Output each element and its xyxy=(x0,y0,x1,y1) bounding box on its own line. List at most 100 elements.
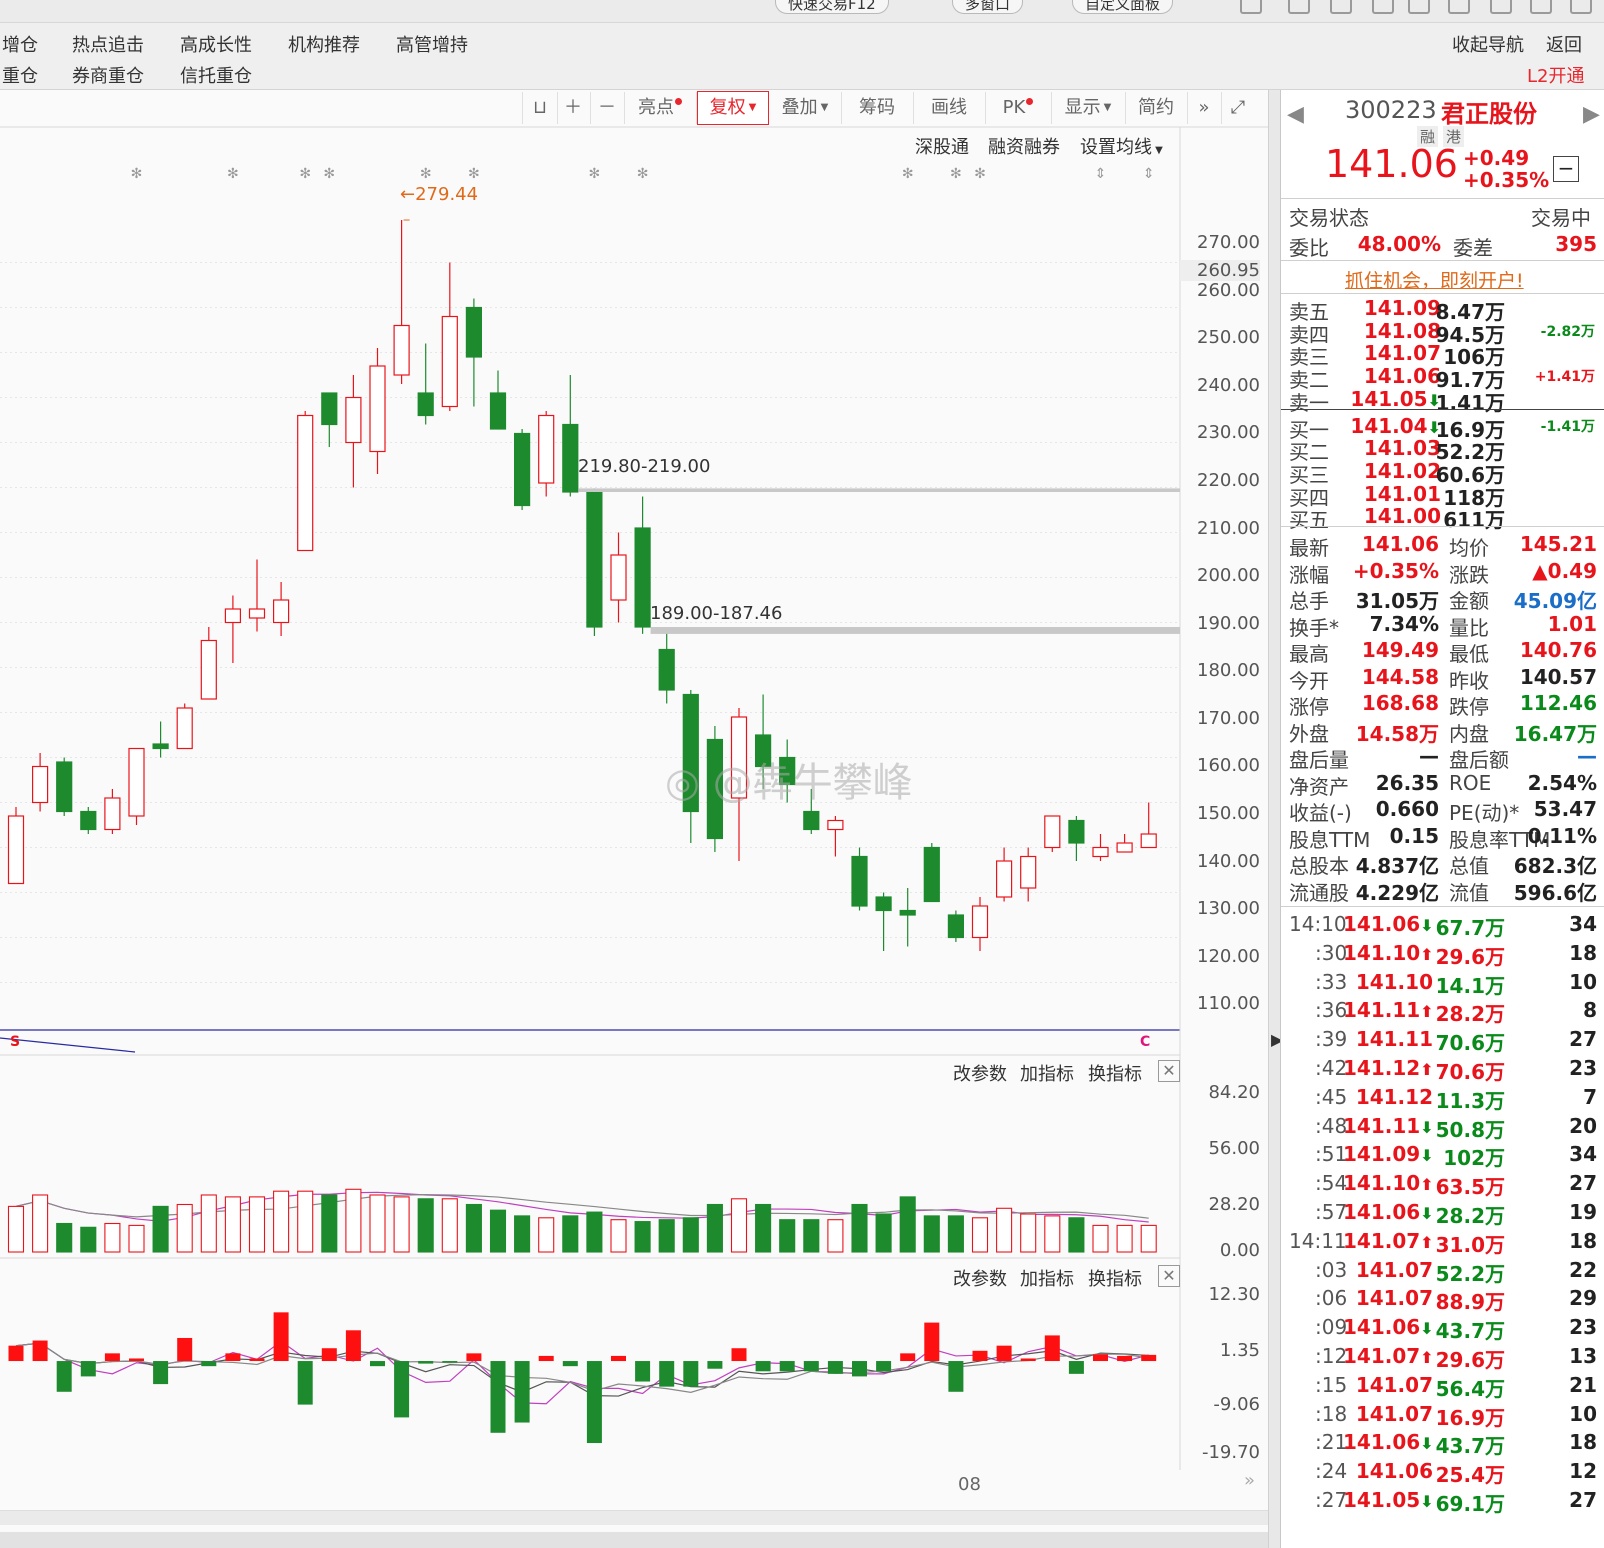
stat-label: 跌停 xyxy=(1449,695,1489,719)
close-icon[interactable]: ✕ xyxy=(1158,1265,1180,1287)
quote-panel: ◀ ▶ 300223 君正股份 融 港 141.06 +0.49 +0.35% … xyxy=(1280,90,1604,1548)
stat-value: 149.49 xyxy=(1361,638,1439,662)
vol-tick: 0.00 xyxy=(1219,1240,1260,1261)
stat-value: 31.05万 xyxy=(1355,589,1439,613)
nav-item[interactable]: 增仓 xyxy=(2,31,38,57)
kline-chart[interactable]: ✻ ✻ ✻ ✻ ✻ ✻ ✻ ✻ ✻ ✻ ✻ ⇕ ⇕ xyxy=(0,90,1268,1548)
nav-item[interactable]: 热点追击 xyxy=(72,31,144,57)
stat-label: 最低 xyxy=(1449,642,1489,666)
stat-value: 7.34% xyxy=(1369,611,1439,636)
candle-body-down xyxy=(851,855,868,907)
macd-bar xyxy=(442,1361,458,1363)
l2-open-link[interactable]: L2开通 xyxy=(1527,62,1584,88)
grid-icon[interactable] xyxy=(1448,0,1470,14)
stat-value: 140.57 xyxy=(1519,664,1597,689)
macd-bar xyxy=(321,1348,337,1362)
vol-switch-indicator[interactable]: 换指标 xyxy=(1088,1060,1142,1086)
book-volume: 611万 xyxy=(1443,508,1505,533)
vol-add-indicator[interactable]: 加指标 xyxy=(1020,1060,1074,1086)
weicha-label: 委差 xyxy=(1453,236,1493,260)
maximize-icon[interactable] xyxy=(1530,0,1552,14)
next-stock-icon[interactable]: ▶ xyxy=(1583,102,1600,127)
scroll-right-icon[interactable]: » xyxy=(1244,1470,1255,1491)
volume-bar xyxy=(1116,1224,1133,1253)
stat-label: 换手* xyxy=(1289,615,1339,640)
vol-edit-params[interactable]: 改参数 xyxy=(953,1060,1007,1086)
multi-window-button[interactable]: 多窗口 xyxy=(952,0,1024,14)
price-tick: 180.00 xyxy=(1197,660,1260,681)
tick-price: 141.10⬆ xyxy=(1343,1171,1434,1196)
collapse-nav-button[interactable]: 收起导航 xyxy=(1452,31,1524,57)
volume-bar xyxy=(682,1217,699,1253)
message-icon[interactable] xyxy=(1288,0,1310,14)
minus-icon[interactable]: − xyxy=(1553,156,1579,182)
user-icon[interactable] xyxy=(1240,0,1262,14)
candle-body-up xyxy=(1020,855,1037,889)
stat-label: 总值 xyxy=(1449,854,1489,878)
stat-label: ROE xyxy=(1449,770,1492,795)
stat-label: 最高 xyxy=(1289,642,1329,666)
refresh-icon[interactable] xyxy=(1372,0,1394,14)
candle xyxy=(417,343,434,425)
tick-count: 27 xyxy=(1569,1488,1597,1512)
book-price: 141.08 xyxy=(1363,318,1441,343)
candle-body-down xyxy=(562,423,579,493)
stat-value: 2.54% xyxy=(1527,770,1597,795)
tick-count: 27 xyxy=(1569,1171,1597,1196)
volume-bar xyxy=(610,1219,627,1253)
macd-bar xyxy=(755,1361,771,1372)
stock-code: 300223 xyxy=(1345,96,1437,124)
candle-body-up xyxy=(176,707,193,750)
nav-item[interactable]: 高成长性 xyxy=(180,31,252,57)
candle-body-up xyxy=(200,639,217,700)
macd-bar xyxy=(1068,1361,1084,1374)
stat-value: 112.46 xyxy=(1519,691,1597,715)
volume-bar xyxy=(875,1213,892,1253)
nav-item[interactable]: 高管增持 xyxy=(396,31,468,57)
quick-trade-button[interactable]: 快速交易F12 xyxy=(775,0,889,14)
close-icon[interactable] xyxy=(1570,0,1592,14)
horizontal-scrollbar[interactable] xyxy=(0,1510,1268,1525)
weibi-label: 委比 xyxy=(1289,236,1329,260)
candle-body-down xyxy=(875,896,892,912)
candle-body-down xyxy=(321,392,338,426)
candle xyxy=(827,816,844,857)
volume-bar xyxy=(56,1222,73,1253)
event-marker-icon: ✻ xyxy=(420,166,432,182)
book-price: 141.02 xyxy=(1363,458,1441,483)
macd-switch-indicator[interactable]: 换指标 xyxy=(1088,1265,1142,1291)
minimize-icon[interactable] xyxy=(1490,0,1512,14)
price-tick: 230.00 xyxy=(1197,422,1260,443)
candle-body-up xyxy=(1116,842,1133,853)
stat-value: 145.21 xyxy=(1519,532,1597,556)
macd-add-indicator[interactable]: 加指标 xyxy=(1020,1265,1074,1291)
tick-price: 141.06⬇ xyxy=(1343,912,1434,936)
tick-volume: 70.6万 xyxy=(1435,1060,1505,1084)
stat-value: 596.6亿 xyxy=(1513,880,1597,905)
price-tick: 190.00 xyxy=(1197,613,1260,634)
nav-item[interactable]: 重仓 xyxy=(2,62,38,88)
nav-item[interactable]: 券商重仓 xyxy=(72,62,144,88)
custom-panel-button[interactable]: 自定义面板 xyxy=(1072,0,1174,14)
nav-item[interactable]: 机构推荐 xyxy=(288,31,360,57)
tick-count: 18 xyxy=(1569,940,1597,965)
macd-bar xyxy=(514,1361,530,1423)
top-strip: 快速交易F12 多窗口 自定义面板 xyxy=(0,0,1604,23)
macd-bar xyxy=(972,1350,988,1362)
nav-item[interactable]: 信托重仓 xyxy=(180,62,252,88)
skin-icon[interactable] xyxy=(1408,0,1430,14)
back-button[interactable]: 返回 xyxy=(1546,31,1582,57)
stat-label: 流值 xyxy=(1449,880,1489,905)
weibi-value: 48.00% xyxy=(1357,232,1441,256)
candle xyxy=(1044,815,1061,852)
home-icon[interactable] xyxy=(1330,0,1352,14)
prev-stock-icon[interactable]: ◀ xyxy=(1287,102,1304,127)
tick-volume: 69.1万 xyxy=(1435,1492,1505,1516)
stat-value: 141.06 xyxy=(1361,532,1439,556)
macd-edit-params[interactable]: 改参数 xyxy=(953,1265,1007,1291)
tick-count: 19 xyxy=(1569,1200,1597,1224)
promo-link[interactable]: 抓住机会，即刻开户! xyxy=(1345,266,1524,293)
stat-label: 盘后量 xyxy=(1289,748,1349,772)
event-marker-icon: ✻ xyxy=(589,166,601,182)
close-icon[interactable]: ✕ xyxy=(1158,1060,1180,1082)
